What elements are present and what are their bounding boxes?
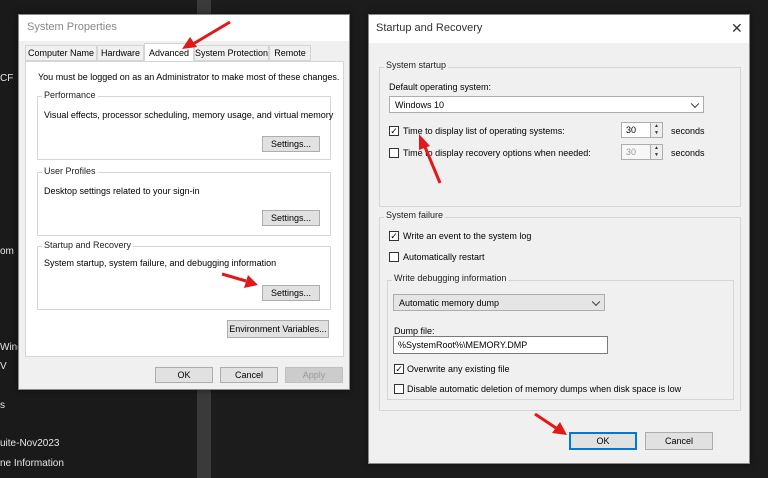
arrow-annotation-startup-settings — [221, 272, 258, 288]
arrow-annotation-time-list — [419, 134, 442, 184]
annotation-layer — [182, 20, 567, 435]
arrow-annotation-ok — [534, 412, 567, 435]
arrow-annotation-advanced-tab — [182, 20, 231, 49]
